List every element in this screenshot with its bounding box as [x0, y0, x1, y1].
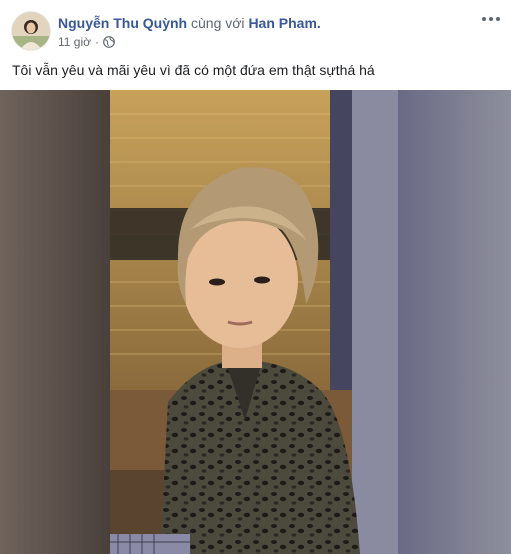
- post-meta: 11 giờ ·: [58, 35, 115, 49]
- post-timestamp-link[interactable]: 11 giờ: [58, 35, 91, 49]
- post-text: Tôi vẫn yêu và mãi yêu vì đã có một đứa …: [12, 62, 375, 78]
- with-label: cùng với: [191, 15, 245, 31]
- author-avatar[interactable]: [12, 12, 50, 50]
- tagged-user-link[interactable]: Han Pham.: [248, 15, 320, 31]
- post-author-line: Nguyễn Thu Quỳnh cùng với Han Pham.: [58, 15, 321, 31]
- author-name-link[interactable]: Nguyễn Thu Quỳnh: [58, 15, 187, 31]
- post-video[interactable]: [0, 90, 511, 554]
- meta-separator: ·: [95, 35, 99, 49]
- globe-icon[interactable]: [103, 36, 115, 48]
- post-header: Nguyễn Thu Quỳnh cùng với Han Pham. 11 g…: [0, 0, 511, 56]
- more-options-icon[interactable]: [481, 12, 501, 26]
